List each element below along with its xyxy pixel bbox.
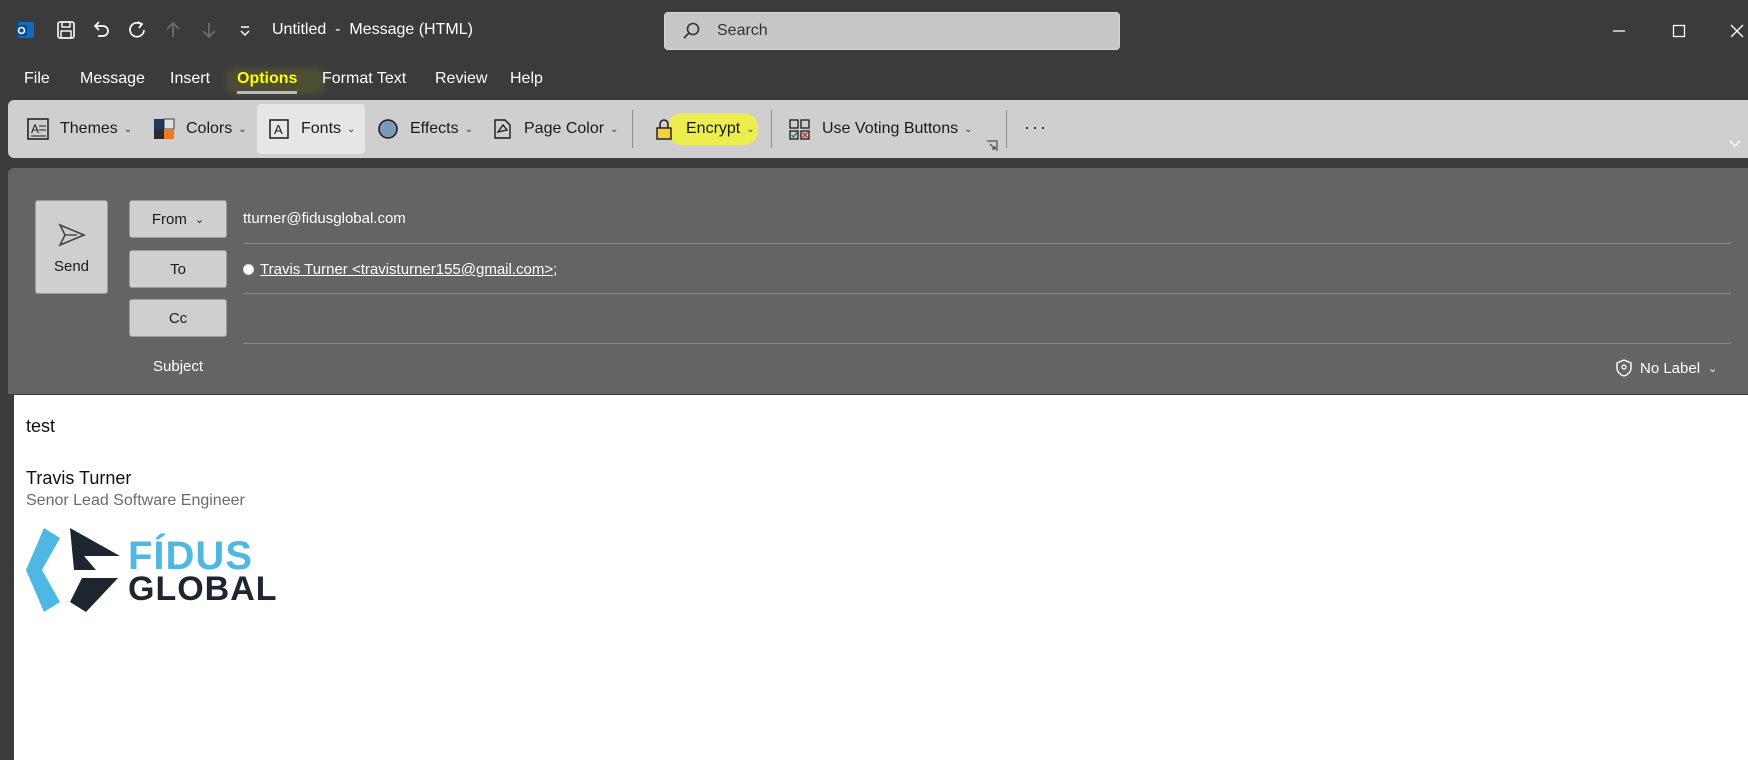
to-divider	[243, 293, 1731, 294]
page-color-button[interactable]: Page Color ⌄	[484, 106, 624, 152]
chevron-down-icon: ⌄	[194, 213, 205, 226]
tab-message[interactable]: Message	[80, 70, 145, 88]
shield-tag-icon	[1616, 359, 1632, 377]
chevron-down-icon: ⌄	[123, 123, 133, 135]
svg-text:A: A	[31, 122, 39, 136]
outlook-app-icon	[13, 17, 39, 43]
effects-label: Effects	[410, 120, 459, 137]
chevron-down-icon: ⌄	[347, 123, 356, 135]
from-button[interactable]: From ⌄	[129, 200, 227, 238]
tab-review[interactable]: Review	[435, 70, 487, 88]
to-label: To	[170, 260, 186, 278]
fonts-label: Fonts	[301, 120, 342, 137]
tab-format-text[interactable]: Format Text	[322, 70, 406, 88]
minimize-icon[interactable]	[1604, 16, 1634, 46]
to-button[interactable]: To	[129, 250, 227, 288]
save-icon[interactable]	[53, 17, 79, 43]
arrow-down-icon[interactable]	[196, 17, 222, 43]
sensitivity-label-text: No Label	[1640, 359, 1701, 377]
ribbon-separator	[1006, 110, 1007, 148]
voting-icon	[788, 117, 812, 141]
search-box[interactable]	[664, 12, 1120, 50]
themes-icon: A	[26, 117, 50, 141]
body-text: test	[26, 416, 56, 436]
tab-options[interactable]: Options	[237, 70, 298, 94]
window-title: Untitled - Message (HTML)	[272, 21, 473, 38]
ribbon-separator	[632, 110, 633, 148]
arrow-up-icon[interactable]	[160, 17, 186, 43]
dialog-launcher-icon[interactable]	[986, 139, 998, 151]
cc-field[interactable]	[243, 310, 1723, 332]
tab-file[interactable]: File	[24, 70, 50, 88]
from-divider	[243, 243, 1731, 244]
collapse-ribbon-icon[interactable]	[1728, 136, 1742, 150]
to-field[interactable]: Travis Turner <travisturner155@gmail.com…	[243, 261, 557, 278]
signature-title: Senor Lead Software Engineer	[26, 492, 245, 509]
cc-label: Cc	[168, 309, 188, 327]
menu-bar: File Message Insert Options Format Text …	[0, 64, 1748, 98]
chevron-down-icon: ⌄	[964, 123, 973, 135]
tab-insert[interactable]: Insert	[170, 70, 210, 88]
to-separator: ;	[553, 261, 558, 278]
themes-button[interactable]: A Themes ⌄	[20, 106, 138, 152]
fonts-icon: A	[267, 117, 291, 141]
chevron-down-icon: ⌄	[238, 123, 247, 135]
signature-name: Travis Turner	[26, 468, 132, 488]
fonts-button[interactable]: A Fonts ⌄	[257, 104, 366, 154]
lock-icon	[652, 117, 676, 141]
page-color-icon	[490, 117, 514, 141]
sensitivity-label-button[interactable]: No Label ⌄	[1614, 358, 1717, 378]
cc-button[interactable]: Cc	[129, 299, 227, 337]
to-recipient[interactable]: Travis Turner <travisturner155@gmail.com…	[260, 261, 553, 278]
effects-icon	[376, 117, 400, 141]
svg-text:A: A	[274, 122, 283, 137]
encrypt-label: Encrypt	[686, 120, 741, 137]
maximize-icon[interactable]	[1664, 16, 1694, 46]
logo-word-global: GLOBAL	[128, 570, 278, 608]
subject-input[interactable]	[243, 352, 1593, 382]
customize-toolbar-icon[interactable]	[232, 17, 258, 43]
chevron-down-icon: ⌄	[1708, 362, 1718, 375]
more-options-button[interactable]: ···	[1018, 104, 1054, 150]
chevron-down-icon: ⌄	[610, 123, 619, 135]
send-icon	[57, 222, 86, 247]
voting-buttons-button[interactable]: Use Voting Buttons ⌄	[782, 106, 978, 152]
subject-label: Subject	[153, 358, 204, 375]
search-input[interactable]	[717, 22, 1097, 40]
search-icon	[683, 22, 700, 39]
from-value: tturner@fidusglobal.com	[243, 210, 406, 227]
voting-label: Use Voting Buttons	[822, 120, 959, 137]
redo-icon[interactable]	[124, 17, 150, 43]
title-bar: Untitled - Message (HTML)	[0, 0, 1748, 62]
tab-help[interactable]: Help	[510, 70, 543, 88]
presence-icon	[243, 264, 254, 275]
from-label: From	[151, 210, 187, 228]
effects-button[interactable]: Effects ⌄	[370, 106, 479, 152]
colors-icon	[152, 117, 176, 141]
close-icon[interactable]	[1722, 16, 1748, 46]
ribbon-separator	[771, 110, 772, 148]
send-button[interactable]: Send	[35, 200, 108, 294]
chevron-down-icon: ⌄	[464, 123, 474, 135]
themes-label: Themes	[60, 120, 118, 137]
page-color-label: Page Color	[524, 120, 605, 137]
chevron-down-icon: ⌄	[746, 123, 755, 135]
encrypt-button[interactable]: Encrypt ⌄	[646, 106, 761, 152]
send-label: Send	[53, 257, 90, 275]
cc-divider	[243, 343, 1731, 344]
colors-button[interactable]: Colors ⌄	[146, 106, 253, 152]
undo-icon[interactable]	[88, 17, 114, 43]
colors-label: Colors	[186, 120, 233, 137]
